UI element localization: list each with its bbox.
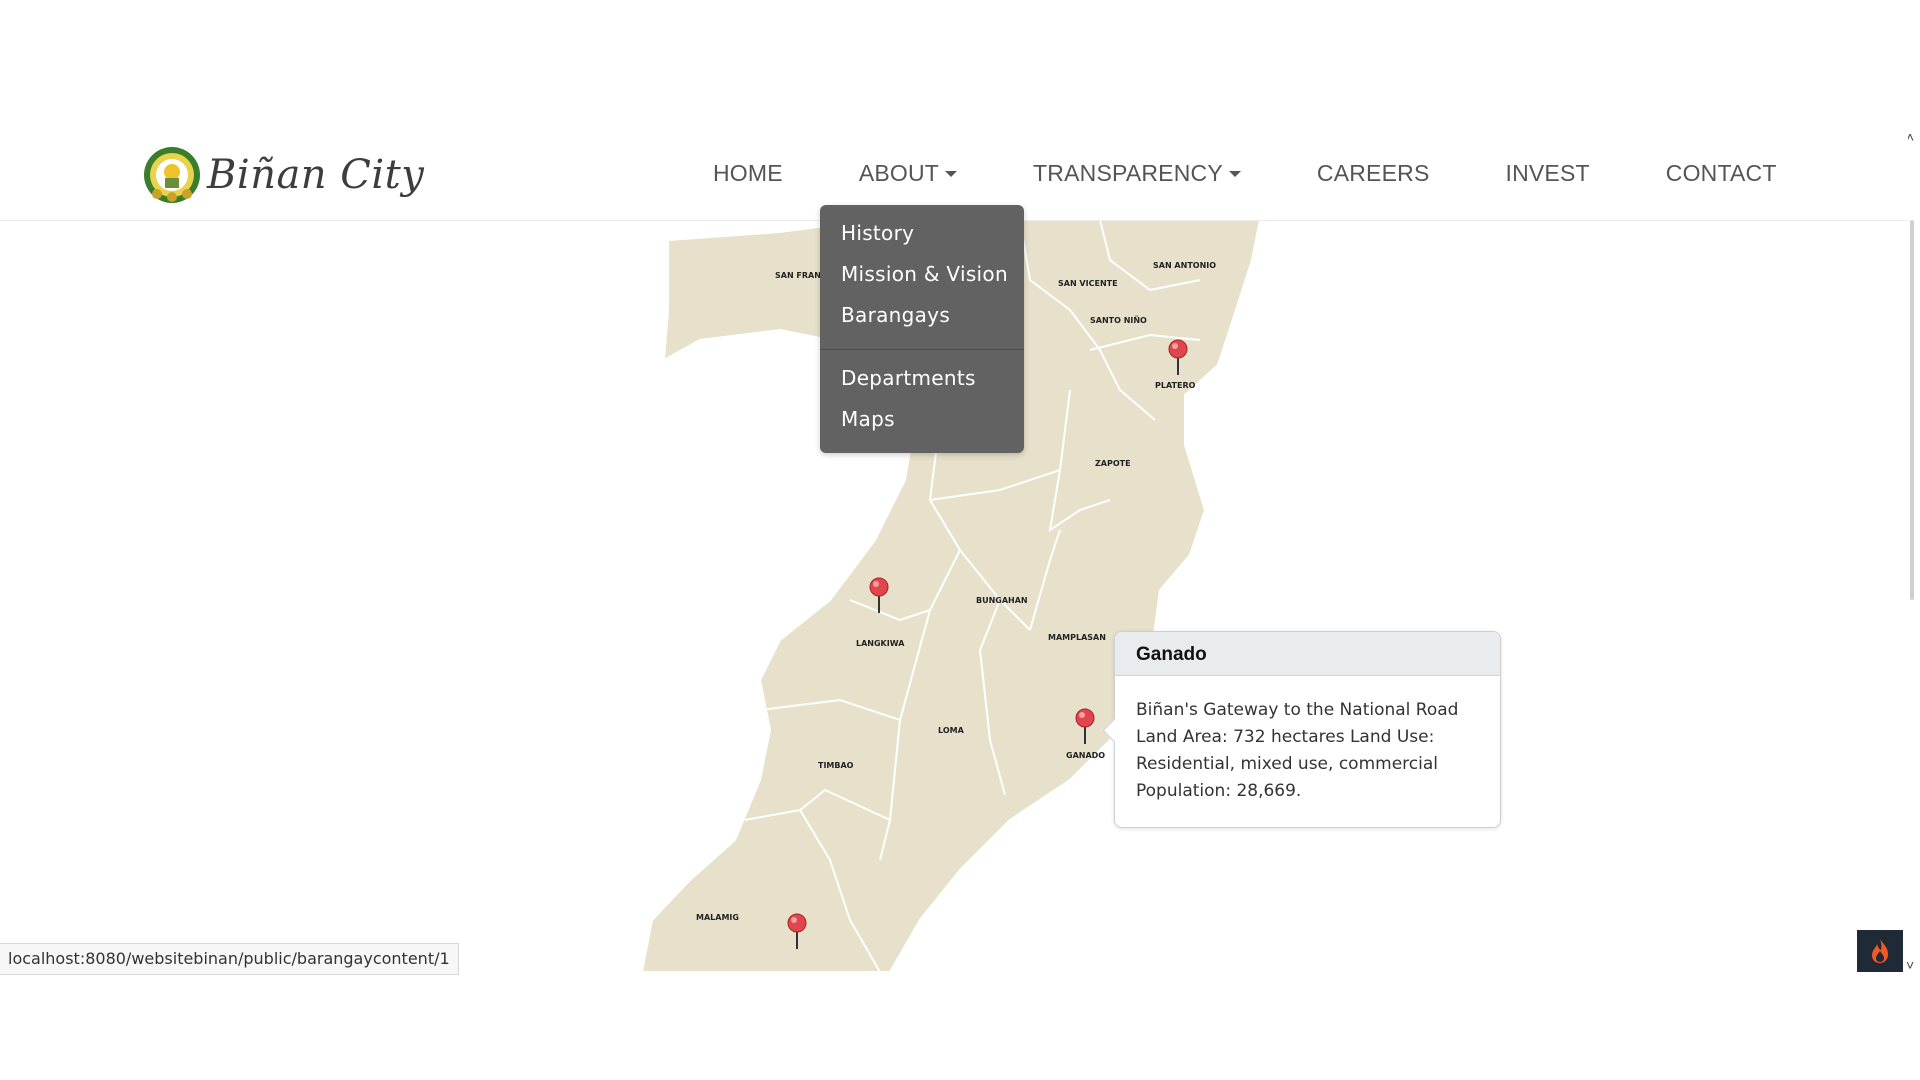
map-label: BUNGAHAN bbox=[976, 596, 1028, 605]
map-label: TIMBAO bbox=[818, 761, 854, 770]
nav-transparency[interactable]: TRANSPARENCY bbox=[1033, 160, 1241, 187]
map-label: GANADO bbox=[1066, 751, 1105, 760]
popover-line: Biñan's Gateway to the National Road bbox=[1136, 700, 1459, 720]
nav-transparency-label: TRANSPARENCY bbox=[1033, 160, 1223, 186]
about-dropdown-menu: History Mission & Vision Barangays Depar… bbox=[820, 205, 1024, 453]
nav-about-label: ABOUT bbox=[858, 160, 940, 186]
barangay-popover: Ganado Biñan's Gateway to the National R… bbox=[1102, 631, 1501, 828]
dropdown-item-barangays[interactable]: Barangays bbox=[841, 303, 950, 327]
dropdown-divider bbox=[820, 349, 1024, 350]
map-label: ZAPOTE bbox=[1095, 459, 1131, 468]
nav-careers[interactable]: CAREERS bbox=[1317, 160, 1430, 187]
popover-line: Population: 28,669. bbox=[1136, 781, 1302, 801]
nav-contact-label: CONTACT bbox=[1665, 160, 1777, 186]
floating-toolbar-button[interactable] bbox=[1857, 930, 1903, 972]
nav-careers-label: CAREERS bbox=[1316, 160, 1430, 186]
nav-about[interactable]: ABOUT bbox=[858, 160, 958, 187]
caret-down-icon bbox=[1228, 170, 1241, 177]
scroll-down-icon[interactable]: ˅ bbox=[1906, 958, 1914, 972]
main-nav: HOME ABOUT TRANSPARENCY CAREERS INVEST C… bbox=[713, 160, 1777, 187]
brand-logo[interactable]: Biñan City bbox=[143, 146, 424, 204]
nav-home[interactable]: HOME bbox=[713, 160, 783, 187]
brand-name: Biñan City bbox=[207, 152, 425, 198]
nav-home-label: HOME bbox=[713, 160, 783, 186]
popover-line: Land Area: 732 hectares Land Use: bbox=[1136, 727, 1435, 747]
dropdown-item-maps[interactable]: Maps bbox=[841, 407, 895, 431]
map-label: SAN ANTONIO bbox=[1153, 261, 1216, 270]
nav-contact[interactable]: CONTACT bbox=[1666, 160, 1777, 187]
map-label: SANTO NIÑO bbox=[1090, 315, 1147, 325]
map-label: MALAMIG bbox=[696, 913, 739, 922]
caret-down-icon bbox=[945, 170, 958, 177]
popover-body: Biñan's Gateway to the National Road Lan… bbox=[1115, 676, 1500, 805]
map-label: SAN VICENTE bbox=[1058, 279, 1118, 288]
nav-invest-label: INVEST bbox=[1505, 160, 1590, 186]
dropdown-item-departments[interactable]: Departments bbox=[841, 366, 976, 390]
scrollbar-thumb[interactable] bbox=[1910, 220, 1914, 600]
popover-title: Ganado bbox=[1115, 632, 1500, 676]
dropdown-item-mission-vision[interactable]: Mission & Vision bbox=[841, 262, 1008, 286]
map-label: LANGKIWA bbox=[856, 639, 905, 648]
popover-line: Residential, mixed use, commercial bbox=[1136, 754, 1438, 774]
map-label: MAMPLASAN bbox=[1048, 633, 1106, 642]
dropdown-item-history[interactable]: History bbox=[841, 221, 914, 245]
map-label: PLATERO bbox=[1155, 381, 1196, 390]
city-seal-icon bbox=[144, 147, 200, 203]
flame-icon bbox=[1872, 939, 1888, 963]
map-label: LOMA bbox=[938, 726, 965, 735]
nav-invest[interactable]: INVEST bbox=[1505, 160, 1589, 187]
link-status-bar: localhost:8080/websitebinan/public/baran… bbox=[0, 943, 459, 975]
